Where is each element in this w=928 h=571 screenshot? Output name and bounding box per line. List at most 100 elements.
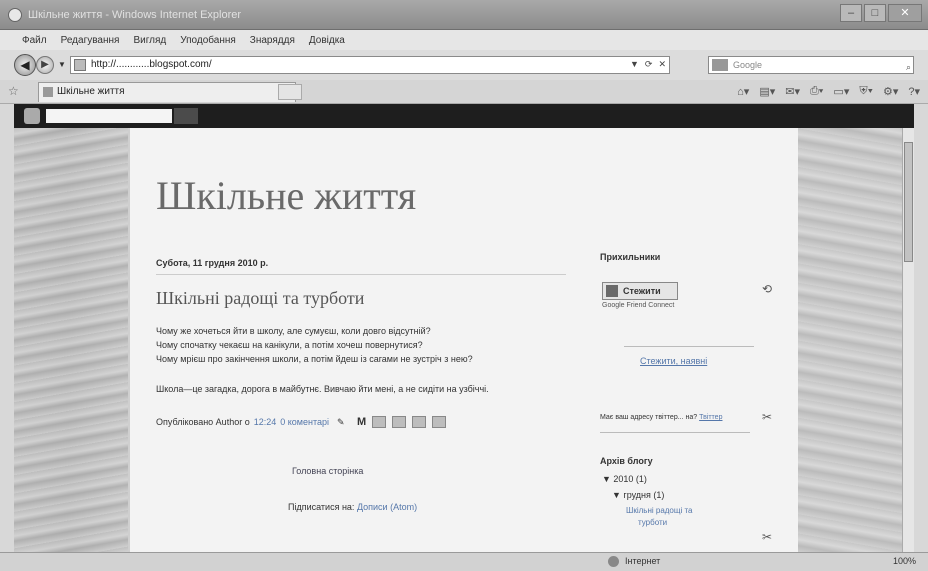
ie-icon xyxy=(8,8,22,22)
zone-label: Інтернет xyxy=(625,556,661,566)
twitter-divider xyxy=(600,432,750,433)
twitter-link[interactable]: Твіттер xyxy=(699,414,722,421)
maximize-button[interactable]: □ xyxy=(864,4,886,22)
edit-icon[interactable]: ✂ xyxy=(762,530,772,544)
security-zone[interactable]: Інтернет xyxy=(608,556,660,567)
stop-icon[interactable]: ✕ xyxy=(658,59,666,70)
print-icon[interactable]: ⎙▾ xyxy=(810,85,823,98)
posted-by: Опубліковано Author о xyxy=(156,417,250,427)
menu-file[interactable]: Файл xyxy=(22,35,47,46)
blogger-navbar xyxy=(14,104,914,128)
post-text-line: Чому мрієш про закінчення школи, а потім… xyxy=(156,354,473,364)
edit-icon[interactable]: ⟲ xyxy=(762,282,772,296)
follow-button[interactable]: Стежити xyxy=(602,282,678,300)
comments-link[interactable]: 0 коментарі xyxy=(280,417,329,427)
post-text-line: Школа—це загадка, дорога в майбутнє. Вив… xyxy=(156,384,489,394)
window-title: Шкільне життя - Windows Internet Explore… xyxy=(28,9,242,21)
menu-favorites[interactable]: Уподобання xyxy=(180,35,236,46)
page-icon[interactable]: ▭▾ xyxy=(833,85,849,98)
tab-label: Шкільне життя xyxy=(57,86,125,97)
menu-bar: Файл Редагування Вигляд Уподобання Знаря… xyxy=(0,30,928,50)
address-url: http://............blogspot.com/ xyxy=(91,59,212,70)
window-titlebar: Шкільне життя - Windows Internet Explore… xyxy=(0,0,928,30)
close-button[interactable]: ✕ xyxy=(888,4,922,22)
vertical-scrollbar[interactable] xyxy=(902,128,914,552)
forward-arrow-icon[interactable]: ▶ xyxy=(36,56,54,74)
archive-post-link[interactable]: Шкільні радощі та xyxy=(626,506,692,515)
command-bar: ⌂▾ ▤▾ ✉▾ ⎙▾ ▭▾ ⛨▾ ⚙▾ ?▾ xyxy=(737,85,920,98)
subscribe-label: Підписатися на: xyxy=(288,502,355,512)
share-twitter-icon[interactable] xyxy=(392,416,407,428)
mail-icon[interactable]: ✉▾ xyxy=(785,85,800,98)
search-placeholder: Google xyxy=(733,60,763,70)
new-tab-button[interactable] xyxy=(278,84,302,100)
blog-page: Шкільне життя Субота, 11 грудня 2010 р. … xyxy=(130,128,798,552)
post-title[interactable]: Шкільні радощі та турботи xyxy=(156,288,364,309)
tools-icon[interactable]: ⚙▾ xyxy=(883,85,898,98)
status-bar: Інтернет 100% xyxy=(0,552,928,571)
compatibility-icon[interactable]: ▼ xyxy=(630,59,639,70)
search-input[interactable]: Google ⌕ xyxy=(708,56,914,74)
window-controls: – □ ✕ xyxy=(840,4,922,22)
blogthis-icon[interactable] xyxy=(372,416,387,428)
blogger-search-input[interactable] xyxy=(46,109,172,123)
help-icon[interactable]: ?▾ xyxy=(908,85,920,98)
share-buzz-icon[interactable] xyxy=(432,416,447,428)
refresh-icon[interactable]: ⟳ xyxy=(645,59,653,70)
post-date: Субота, 11 грудня 2010 р. xyxy=(156,258,269,268)
blogger-search-button[interactable] xyxy=(174,108,198,124)
followers-heading: Прихильники xyxy=(600,252,661,262)
globe-icon xyxy=(608,556,619,567)
menu-edit[interactable]: Редагування xyxy=(61,35,120,46)
zoom-level[interactable]: 100% xyxy=(893,556,916,566)
tab-favicon-icon xyxy=(43,87,53,97)
existing-followers-link[interactable]: Стежити, наявні xyxy=(640,356,707,366)
star-icon[interactable]: ☆ xyxy=(8,84,19,98)
home-icon[interactable]: ⌂▾ xyxy=(737,85,749,98)
archive-heading: Архів блогу xyxy=(600,456,653,466)
back-arrow-icon[interactable]: ◀ xyxy=(14,54,36,76)
address-input[interactable]: http://............blogspot.com/ xyxy=(70,56,670,74)
sidebar-divider xyxy=(624,346,754,347)
atom-feed-link[interactable]: Дописи (Atom) xyxy=(357,502,417,512)
subscribe-row: Підписатися на: Дописи (Atom) xyxy=(288,502,417,512)
page-favicon-icon xyxy=(74,59,86,71)
archive-month[interactable]: ▼ грудня (1) xyxy=(612,490,664,500)
email-post-icon[interactable]: M xyxy=(357,416,366,428)
background-right xyxy=(794,128,914,552)
post-text-line: Чому спочатку чекаєш на канікули, а поті… xyxy=(156,340,423,350)
post-time-link[interactable]: 12:24 xyxy=(254,417,277,427)
twitter-question-text: Має ваш адресу твіттер... на? xyxy=(600,414,700,421)
tab-current[interactable]: Шкільне життя xyxy=(38,82,296,102)
twitter-question: Має ваш адресу твіттер... на? Твіттер xyxy=(600,414,722,421)
minimize-button[interactable]: – xyxy=(840,4,862,22)
menu-help[interactable]: Довідка xyxy=(309,35,345,46)
blogger-logo-icon[interactable] xyxy=(24,108,40,124)
blog-title[interactable]: Шкільне життя xyxy=(156,172,416,219)
share-facebook-icon[interactable] xyxy=(412,416,427,428)
archive-post-link-cont[interactable]: турботи xyxy=(638,518,667,527)
background-left xyxy=(14,128,128,552)
menu-tools[interactable]: Знаряддя xyxy=(250,35,295,46)
edit-icon[interactable]: ✎ xyxy=(337,417,349,427)
post-text-line: Чому же хочеться йти в школу, але сумуєш… xyxy=(156,326,431,336)
history-dropdown-icon[interactable]: ▼ xyxy=(58,60,66,69)
scrollbar-thumb[interactable] xyxy=(904,142,913,262)
menu-view[interactable]: Вигляд xyxy=(133,35,166,46)
follow-button-label: Стежити xyxy=(623,286,661,296)
address-row: ◀ ▶ ▼ http://............blogspot.com/ ▼… xyxy=(0,50,928,80)
address-tools: ▼ ⟳ ✕ xyxy=(630,59,666,70)
edit-icon[interactable]: ✂ xyxy=(762,410,772,424)
page-viewport: Шкільне життя Субота, 11 грудня 2010 р. … xyxy=(14,128,914,552)
gfc-icon xyxy=(606,285,618,297)
tab-row: ☆ Шкільне життя ⌂▾ ▤▾ ✉▾ ⎙▾ ▭▾ ⛨▾ ⚙▾ ?▾ xyxy=(0,80,928,104)
archive-year[interactable]: ▼ 2010 (1) xyxy=(602,474,647,484)
feeds-icon[interactable]: ▤▾ xyxy=(759,85,775,98)
search-icon[interactable]: ⌕ xyxy=(906,59,911,75)
home-page-link[interactable]: Головна сторінка xyxy=(292,466,363,476)
post-footer: Опубліковано Author о 12:24 0 коментарі … xyxy=(156,416,447,428)
gfc-caption: Google Friend Connect xyxy=(602,302,675,309)
safety-icon[interactable]: ⛨▾ xyxy=(859,85,873,98)
search-provider-icon xyxy=(712,59,728,71)
date-divider xyxy=(156,274,566,275)
